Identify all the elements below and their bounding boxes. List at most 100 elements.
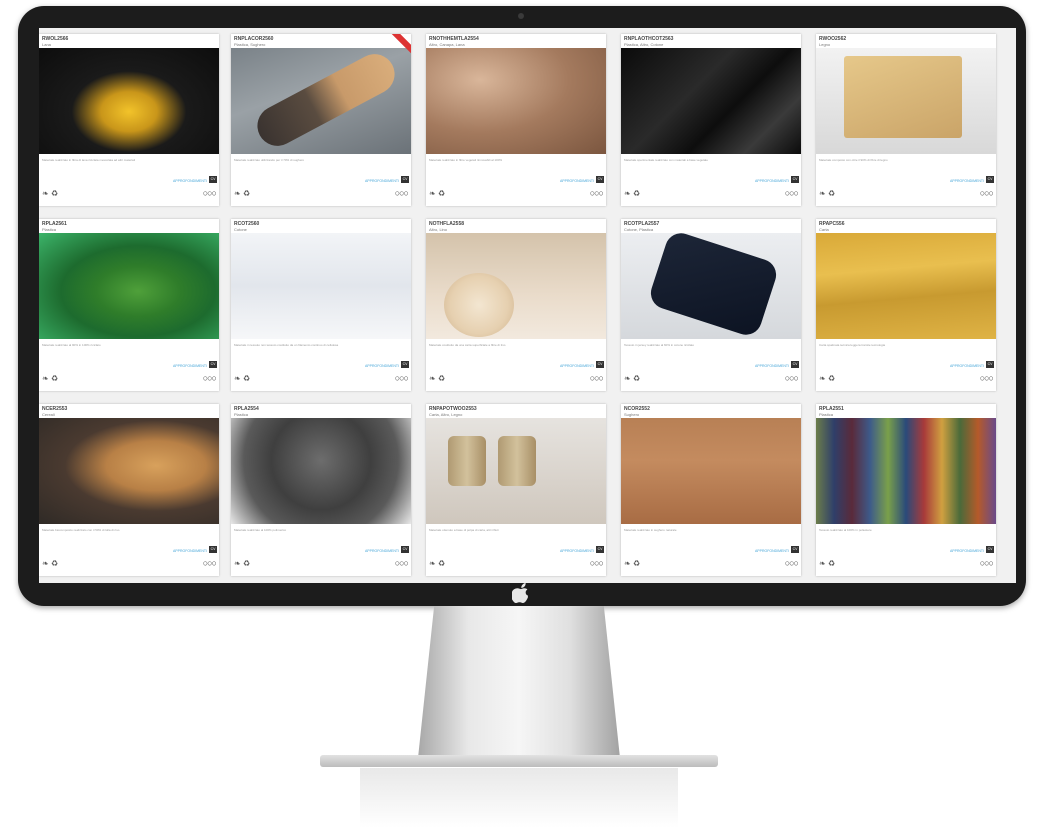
material-card[interactable]: NOTHFLA2558 Altro, Lino Materiale costitui… <box>426 219 606 391</box>
material-card[interactable]: RWOO2562 Legno Materiale composto con oltr… <box>816 34 996 206</box>
camera-icon <box>518 13 524 19</box>
material-category: Plastica <box>819 412 834 417</box>
material-card[interactable]: RPAPC556 Carta Carta spalmata tecnica legg… <box>816 219 996 391</box>
material-image[interactable] <box>426 48 606 154</box>
material-image[interactable] <box>39 48 219 154</box>
material-description: Materiale realizzato in sughero naturale <box>624 528 677 532</box>
material-image[interactable] <box>816 418 996 524</box>
circle-icons: ○○○ <box>394 188 409 198</box>
material-category: Cotone <box>234 227 247 232</box>
cork-roll <box>250 47 402 153</box>
material-category: Plastica, Altro, Cotone <box>624 42 664 47</box>
wood-block <box>844 56 962 138</box>
paper-roll <box>444 273 514 337</box>
read-more-link[interactable]: APPROFONDIMENTI <box>950 364 984 368</box>
material-card[interactable]: RNPLAOTHCOT2563 Plastica, Altro, Cotone Ma… <box>621 34 801 206</box>
recycle-icon: ♻ <box>50 189 59 198</box>
leaf-icon: ❧ <box>624 189 631 198</box>
material-card[interactable]: RNPLACOR2560 Plastica, Sughero Materiale r… <box>231 34 411 206</box>
material-card[interactable]: RPLA2551 Plastica Tessuto realizzato al 10… <box>816 404 996 576</box>
eco-icons: ❧ ♻ <box>234 374 250 383</box>
leaf-icon: ❧ <box>234 189 241 198</box>
read-more-link[interactable]: APPROFONDIMENTI <box>365 179 399 183</box>
monitor-base <box>320 755 718 767</box>
read-more-link[interactable]: APPROFONDIMENTI <box>173 179 207 183</box>
read-more-link[interactable]: APPROFONDIMENTI <box>755 364 789 368</box>
circle-icons: ○○○ <box>979 188 994 198</box>
recycle-icon: ♻ <box>632 374 641 383</box>
monitor-frame: RWOL2566 Lana Materiale realizzato in fibr… <box>18 6 1026 606</box>
material-image[interactable] <box>231 233 411 339</box>
material-category: Altro, Canapa, Lana <box>429 42 465 47</box>
material-card[interactable]: RCOTPLA2557 Cotone, Plastica Tessuto in je… <box>621 219 801 391</box>
read-more-link[interactable]: APPROFONDIMENTI <box>755 179 789 183</box>
material-description: Materiale realizzato in fibre vegetali r… <box>429 158 503 162</box>
read-more-link[interactable]: APPROFONDIMENTI <box>755 549 789 553</box>
material-description: Materiale costituito da una carta superf… <box>429 343 506 347</box>
material-image[interactable] <box>621 48 801 154</box>
recycle-icon: ♻ <box>632 559 641 568</box>
read-more-link[interactable]: APPROFONDIMENTI <box>560 549 594 553</box>
eco-icons: ❧ ♻ <box>819 189 835 198</box>
leaf-icon: ❧ <box>819 189 826 198</box>
read-more-link[interactable]: APPROFONDIMENTI <box>173 364 207 368</box>
material-category: Lana <box>42 42 51 47</box>
read-more-link[interactable]: APPROFONDIMENTI <box>173 549 207 553</box>
material-card[interactable]: RNOTHHEMTLA2554 Altro, Canapa, Lana Materi… <box>426 34 606 206</box>
eco-icons: ❧ ♻ <box>819 559 835 568</box>
material-image[interactable] <box>39 233 219 339</box>
material-description: Carta spalmata tecnica leggera tramite t… <box>819 343 886 347</box>
circle-icons: ○○○ <box>202 373 217 383</box>
material-tag-badge: CV <box>209 176 217 183</box>
material-category: Cereali <box>42 412 55 417</box>
recycle-icon: ♻ <box>50 374 59 383</box>
read-more-link[interactable]: APPROFONDIMENTI <box>950 549 984 553</box>
eco-icons: ❧ ♻ <box>624 374 640 383</box>
material-image[interactable] <box>621 229 801 339</box>
material-tag-badge: CV <box>401 361 409 368</box>
read-more-link[interactable]: APPROFONDIMENTI <box>365 549 399 553</box>
read-more-link[interactable]: APPROFONDIMENTI <box>560 364 594 368</box>
read-more-link[interactable]: APPROFONDIMENTI <box>950 179 984 183</box>
material-image[interactable] <box>231 418 411 524</box>
material-image[interactable] <box>816 48 996 154</box>
circle-icons: ○○○ <box>394 373 409 383</box>
material-card[interactable]: RWOL2566 Lana Materiale realizzato in fibr… <box>39 34 219 206</box>
material-card[interactable]: RCOT2560 Cotone Materiale in tessuto non t… <box>231 219 411 391</box>
material-image[interactable] <box>426 233 606 339</box>
material-card[interactable]: NCOR2552 Sughero Materiale realizzato in s… <box>621 404 801 576</box>
read-more-link[interactable]: APPROFONDIMENTI <box>560 179 594 183</box>
material-image[interactable] <box>621 418 801 524</box>
material-description: Materiale biocomposito realizzato con il… <box>42 528 120 532</box>
material-description: Materiale in tessuto non tessuto costitu… <box>234 343 339 347</box>
material-image[interactable] <box>816 233 996 339</box>
leaf-icon: ❧ <box>42 189 49 198</box>
eco-icons: ❧ ♻ <box>624 189 640 198</box>
material-card[interactable]: RPLA2554 Plastica Materiale realizzato al … <box>231 404 411 576</box>
screen: RWOL2566 Lana Materiale realizzato in fibr… <box>39 28 1016 583</box>
read-more-link[interactable]: APPROFONDIMENTI <box>365 364 399 368</box>
material-description: Materiale realizzato utilizzando per il … <box>234 158 305 162</box>
material-tag-badge: CV <box>401 546 409 553</box>
circle-icons: ○○○ <box>784 558 799 568</box>
material-card[interactable]: RPLA2561 Plastica Materiale realizzato al … <box>39 219 219 391</box>
leaf-icon: ❧ <box>429 374 436 383</box>
material-tag-badge: CV <box>986 361 994 368</box>
eco-icons: ❧ ♻ <box>234 189 250 198</box>
recycle-icon: ♻ <box>437 189 446 198</box>
material-image[interactable] <box>39 418 219 524</box>
material-description: Materiale realizzato al 90% in 100% rici… <box>42 343 101 347</box>
recycle-icon: ♻ <box>437 559 446 568</box>
material-tag-badge: CV <box>791 546 799 553</box>
material-card[interactable]: RNPAPOTWOO2553 Carta, Altro, Legno Materia… <box>426 404 606 576</box>
material-card[interactable]: NCER2553 Cereali Materiale biocomposito re… <box>39 404 219 576</box>
material-image[interactable] <box>231 47 411 154</box>
material-description: Materiale realizzato al 100% polimerico <box>234 528 287 532</box>
eco-icons: ❧ ♻ <box>42 189 58 198</box>
material-tag-badge: CV <box>596 361 604 368</box>
material-image[interactable] <box>426 418 606 524</box>
pulp-cylinder <box>448 436 486 486</box>
material-tag-badge: CV <box>596 546 604 553</box>
material-description: Tessuto realizzato al 100% in poliestere <box>819 528 872 532</box>
material-tag-badge: CV <box>209 546 217 553</box>
